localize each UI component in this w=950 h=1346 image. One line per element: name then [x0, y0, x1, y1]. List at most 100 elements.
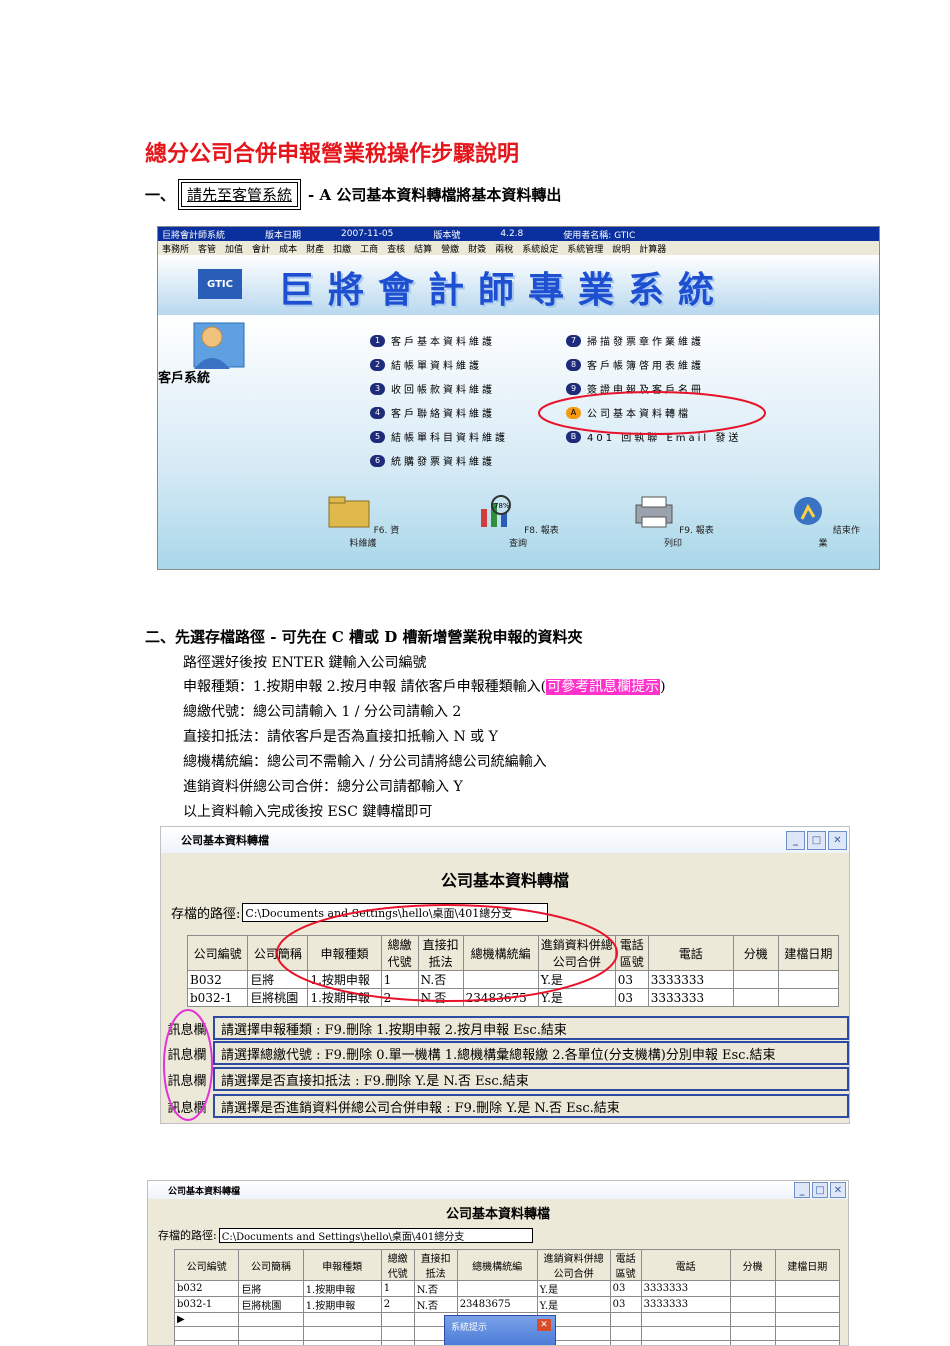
menu-item[interactable]: 結算: [414, 242, 432, 255]
cell[interactable]: 3333333: [648, 971, 733, 989]
option-label: 客戶聯絡資料維護: [391, 405, 495, 420]
col-header[interactable]: 分機: [733, 936, 778, 971]
col-header[interactable]: 總繳代號: [381, 1250, 414, 1281]
col-header[interactable]: 電話: [648, 936, 733, 971]
cell[interactable]: [733, 989, 778, 1007]
cell[interactable]: 巨將: [239, 1281, 303, 1297]
menu-item[interactable]: 兩稅: [495, 242, 513, 255]
dialog-close-icon[interactable]: ✕: [537, 1319, 551, 1331]
col-header[interactable]: 建檔日期: [775, 1250, 839, 1281]
cell[interactable]: B032: [188, 971, 248, 989]
menu-item[interactable]: 系統管理: [567, 242, 603, 255]
col-header[interactable]: 公司編號: [175, 1250, 239, 1281]
cell[interactable]: 23483675: [457, 1297, 537, 1313]
cell[interactable]: 1.按期申報: [303, 1281, 381, 1297]
menu-item[interactable]: 加值: [225, 242, 243, 255]
cell[interactable]: N.否: [414, 1297, 457, 1313]
message-text: 請選擇申報種類 : F9.刪除 1.按期申報 2.按月申報 Esc.結束: [213, 1016, 849, 1040]
maximize-icon[interactable]: □: [807, 831, 826, 850]
menu-option-1[interactable]: 1客戶基本資料維護: [370, 333, 495, 348]
data-maintenance-button[interactable]: F6. 資料維護: [323, 495, 403, 549]
col-header[interactable]: 申報種類: [303, 1250, 381, 1281]
col-header[interactable]: 直接扣抵法: [414, 1250, 457, 1281]
cell[interactable]: [775, 1297, 839, 1313]
col-header[interactable]: 分機: [730, 1250, 775, 1281]
menu-item[interactable]: 工商: [360, 242, 378, 255]
menu-option-4[interactable]: 4客戶聯絡資料維護: [370, 405, 495, 420]
instruction-line: 進銷資料併總公司合併：總分公司請都輸入 Y: [183, 776, 463, 796]
close-icon[interactable]: ✕: [828, 831, 847, 850]
menu-item[interactable]: 會計: [252, 242, 270, 255]
cell[interactable]: [775, 1281, 839, 1297]
cell[interactable]: [730, 1297, 775, 1313]
cell[interactable]: 1.按期申報: [303, 1297, 381, 1313]
menu-item[interactable]: 查核: [387, 242, 405, 255]
menu-option-5[interactable]: 5結帳單科目資料維護: [370, 429, 508, 444]
close-icon[interactable]: ✕: [830, 1182, 846, 1198]
menu-option-2[interactable]: 2結帳單資料維護: [370, 357, 482, 372]
col-header[interactable]: 電話: [641, 1250, 730, 1281]
page-title: 總分公司合併申報營業稅操作步驟說明: [145, 136, 519, 168]
menu-item[interactable]: 事務所: [162, 242, 189, 255]
menu-item[interactable]: 營繳: [441, 242, 459, 255]
menu-item[interactable]: 財簽: [468, 242, 486, 255]
report-print-button[interactable]: F9. 報表列印: [628, 495, 718, 549]
menu-item[interactable]: 計算器: [639, 242, 666, 255]
menu-option-8[interactable]: 8客戶帳簿啓用表維護: [566, 357, 704, 372]
cell[interactable]: [778, 971, 838, 989]
menu-item[interactable]: 成本: [279, 242, 297, 255]
maximize-icon[interactable]: □: [812, 1182, 828, 1198]
col-header[interactable]: 電話區號: [610, 1250, 641, 1281]
menu-item[interactable]: 系統設定: [522, 242, 558, 255]
cell[interactable]: 03: [610, 1297, 641, 1313]
cell[interactable]: 1: [381, 1281, 414, 1297]
screenshot-main-menu: 巨將會計師系統 版本日期 2007-11-05 版本號 4.2.8 使用者名稱:…: [157, 226, 880, 570]
message-text: 請選擇是否直接扣抵法 : F9.刪除 Y.是 N.否 Esc.結束: [213, 1067, 849, 1091]
menu-item[interactable]: 說明: [612, 242, 630, 255]
cell[interactable]: b032: [175, 1281, 239, 1297]
exit-button[interactable]: 結束作業: [783, 495, 863, 549]
titlebar-user: 使用者名稱: GTIC: [563, 228, 635, 241]
report-query-button[interactable]: 78% F8. 報表查詢: [473, 495, 563, 549]
cell[interactable]: 3333333: [641, 1297, 730, 1313]
col-header[interactable]: 公司編號: [188, 936, 248, 971]
cell[interactable]: 3333333: [641, 1281, 730, 1297]
cell[interactable]: [730, 1281, 775, 1297]
menu-item[interactable]: 客管: [198, 242, 216, 255]
menu-option-7[interactable]: 7掃描發票章作業維護: [566, 333, 704, 348]
cell[interactable]: [778, 989, 838, 1007]
table-row[interactable]: b032-1巨將桃園1.按期申報2N.否23483675Y.是033333333: [175, 1297, 840, 1313]
main-menubar: 事務所 客管 加值 會計 成本 財產 扣繳 工商 查核 結算 營繳 財簽 兩稅 …: [158, 241, 879, 255]
cell[interactable]: 巨將桃園: [239, 1297, 303, 1313]
cell[interactable]: b032-1: [175, 1297, 239, 1313]
col-header[interactable]: 公司簡稱: [239, 1250, 303, 1281]
path-input[interactable]: C:\Documents and Settings\hello\桌面\401總分…: [219, 1228, 533, 1243]
minimize-icon[interactable]: _: [794, 1182, 810, 1198]
instruction-text: 申報種類：1.按期申報 2.按月申報 請依客戶申報種類輸入(: [183, 679, 546, 695]
cell[interactable]: Y.是: [537, 1281, 610, 1297]
option-label: 收回帳款資料維護: [391, 381, 495, 396]
col-header[interactable]: 總機構統編: [457, 1250, 537, 1281]
minimize-icon[interactable]: _: [786, 831, 805, 850]
cell[interactable]: b032-1: [188, 989, 248, 1007]
cell[interactable]: N.否: [414, 1281, 457, 1297]
menu-item[interactable]: 財產: [306, 242, 324, 255]
message-text: 請選擇總繳代號 : F9.刪除 0.單一機構 1.總機構彙總報繳 2.各單位(分…: [213, 1041, 849, 1065]
col-header[interactable]: 建檔日期: [778, 936, 838, 971]
cell[interactable]: 3333333: [648, 989, 733, 1007]
menu-option-3[interactable]: 3收回帳款資料維護: [370, 381, 495, 396]
cell[interactable]: [733, 971, 778, 989]
bottom-label: F6. 資料維護: [349, 526, 399, 549]
menu-item[interactable]: 扣繳: [333, 242, 351, 255]
menu-option-6[interactable]: 6統購發票資料維護: [370, 453, 495, 468]
cell[interactable]: 2: [381, 1297, 414, 1313]
cell[interactable]: 03: [610, 1281, 641, 1297]
path-label: 存檔的路徑:: [158, 1227, 217, 1243]
option-label: 客戶帳簿啓用表維護: [587, 357, 704, 372]
bottom-label: F8. 報表查詢: [509, 526, 559, 549]
cell[interactable]: [457, 1281, 537, 1297]
cell[interactable]: Y.是: [537, 1297, 610, 1313]
table-row[interactable]: b032巨將1.按期申報1N.否 Y.是033333333: [175, 1281, 840, 1297]
col-header[interactable]: 進銷資料併總公司合併: [537, 1250, 610, 1281]
section-1-heading: 一、 請先至客管系統 - A 公司基本資料轉檔將基本資料轉出: [145, 182, 561, 207]
